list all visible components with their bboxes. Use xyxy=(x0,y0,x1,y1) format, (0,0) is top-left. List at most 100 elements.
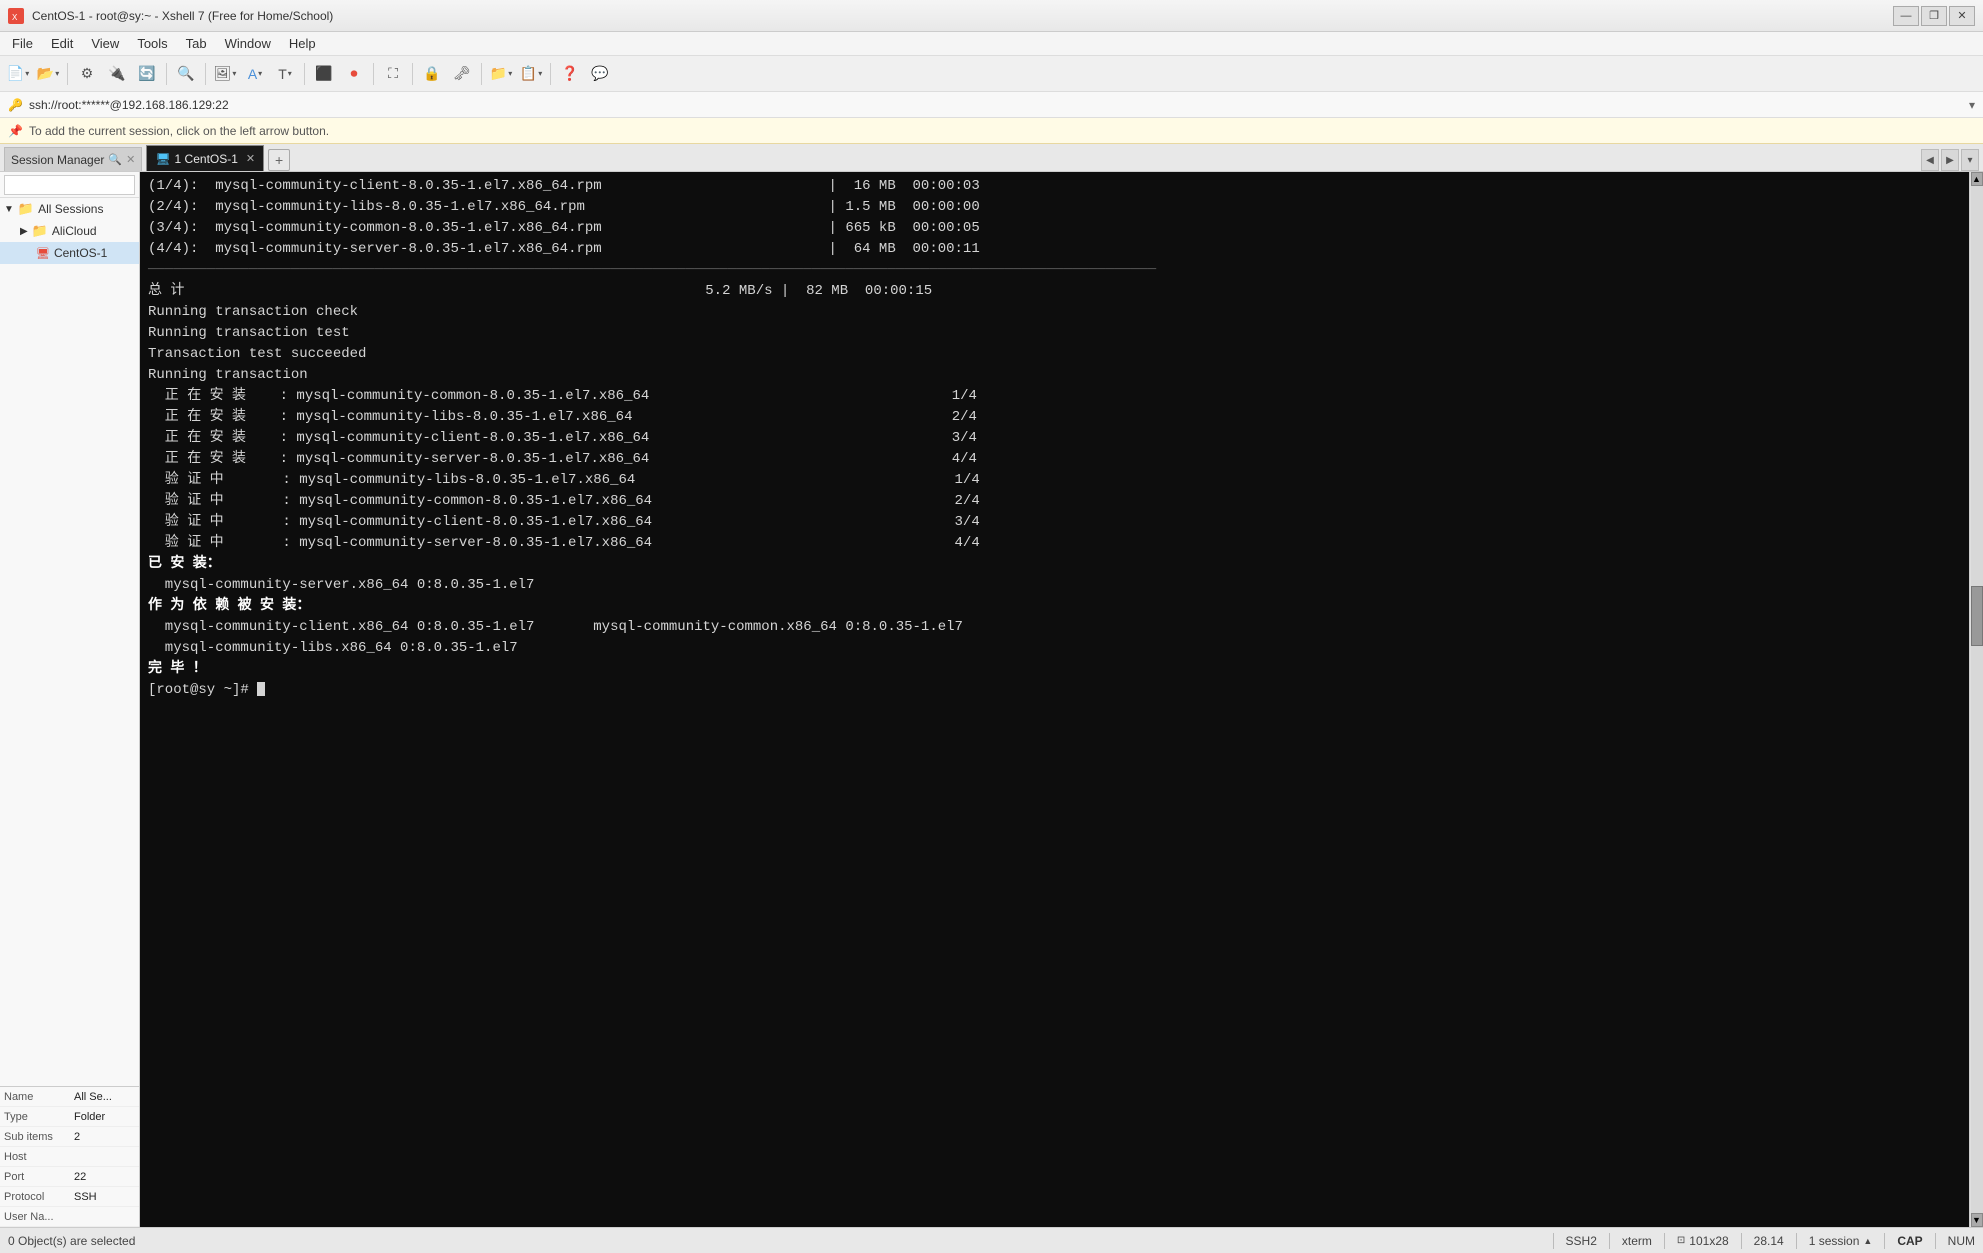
menu-help[interactable]: Help xyxy=(281,34,324,53)
prop-protocol: Protocol SSH xyxy=(0,1187,139,1207)
lock-button[interactable]: 🔒 xyxy=(418,60,446,88)
terminal[interactable]: (1/4): mysql-community-client-8.0.35-1.e… xyxy=(140,172,1969,1227)
hint-text: To add the current session, click on the… xyxy=(29,124,329,138)
menu-bar: File Edit View Tools Tab Window Help xyxy=(0,32,1983,56)
tab-icon: 🖥 xyxy=(155,152,170,166)
tab-prev-button[interactable]: ◀ xyxy=(1921,149,1939,171)
tab-bar: Session Manager 🔍 ✕ 🖥 1 CentOS-1 ✕ + ◀ ▶… xyxy=(0,144,1983,172)
status-bar: 0 Object(s) are selected SSH2 xterm ⊡ 10… xyxy=(0,1227,1983,1253)
tab-next-button[interactable]: ▶ xyxy=(1941,149,1959,171)
terminal-line: 总 计 5.2 MB/s | 82 MB 00:00:15 xyxy=(148,281,1961,302)
menu-tools[interactable]: Tools xyxy=(129,34,175,53)
new-session-button[interactable]: 📄▾ xyxy=(4,60,32,88)
color-button[interactable]: A▾ xyxy=(241,60,269,88)
fullscreen-button[interactable]: ⛶ xyxy=(379,60,407,88)
menu-file[interactable]: File xyxy=(4,34,41,53)
prop-val-name: All Se... xyxy=(70,1091,112,1103)
active-terminal-tab[interactable]: 🖥 1 CentOS-1 ✕ xyxy=(146,145,264,171)
record-button[interactable]: ⏺ xyxy=(340,60,368,88)
stop-button[interactable]: ⬛ xyxy=(310,60,338,88)
session-manager-tab[interactable]: Session Manager 🔍 ✕ xyxy=(4,147,142,171)
window-controls: — ❐ ✕ xyxy=(1893,6,1975,26)
prop-key-protocol: Protocol xyxy=(0,1191,70,1203)
prop-key-type: Type xyxy=(0,1111,70,1123)
prop-val-subitems: 2 xyxy=(70,1131,80,1143)
maximize-button[interactable]: ❐ xyxy=(1921,6,1947,26)
close-button[interactable]: ✕ xyxy=(1949,6,1975,26)
toolbar: 📄▾ 📂▾ ⚙ 🔌 🔄 🔍 🖼▾ A▾ T▾ ⬛ ⏺ ⛶ 🔒 🗝 📁▾ 📋▾ ❓… xyxy=(0,56,1983,92)
prop-name: Name All Se... xyxy=(0,1087,139,1107)
prop-key-subitems: Sub items xyxy=(0,1131,70,1143)
terminal-line: ────────────────────────────────────────… xyxy=(148,260,1961,281)
scroll-track[interactable] xyxy=(1971,186,1983,1213)
open-session-button[interactable]: 📂▾ xyxy=(34,60,62,88)
terminal-line: mysql-community-server.x86_64 0:8.0.35-1… xyxy=(148,575,1961,596)
toolbar-sep-7 xyxy=(481,63,482,85)
terminal-cursor xyxy=(257,682,265,696)
transfer-button[interactable]: 📁▾ xyxy=(487,60,515,88)
scroll-thumb[interactable] xyxy=(1971,586,1983,646)
terminal-line: mysql-community-client.x86_64 0:8.0.35-1… xyxy=(148,617,1961,638)
disconnect-button[interactable]: 🔌 xyxy=(103,60,131,88)
minimize-button[interactable]: — xyxy=(1893,6,1919,26)
tree-all-sessions[interactable]: ▼ 📁 All Sessions xyxy=(0,198,139,220)
left-panel: ▼ 📁 All Sessions ▶ 📁 AliCloud 🖥 CentOS-1… xyxy=(0,172,140,1227)
tab-list-button[interactable]: ▾ xyxy=(1961,149,1979,171)
prop-key-host: Host xyxy=(0,1151,70,1163)
properties-button[interactable]: ⚙ xyxy=(73,60,101,88)
prop-subitems: Sub items 2 xyxy=(0,1127,139,1147)
address-dropdown[interactable]: ▾ xyxy=(1969,98,1975,112)
session-manager-label: Session Manager xyxy=(11,153,104,167)
status-sessions: 1 session ▲ xyxy=(1809,1234,1873,1248)
menu-window[interactable]: Window xyxy=(217,34,279,53)
terminal-line: 正 在 安 装 : mysql-community-server-8.0.35-… xyxy=(148,449,1961,470)
menu-edit[interactable]: Edit xyxy=(43,34,81,53)
tree-label-ali: AliCloud xyxy=(52,224,97,238)
scroll-up[interactable]: ▲ xyxy=(1971,172,1983,186)
tree-label-all: All Sessions xyxy=(38,202,103,216)
address-icon: 🔑 xyxy=(8,98,23,112)
font-button[interactable]: T▾ xyxy=(271,60,299,88)
tree-alicloud[interactable]: ▶ 📁 AliCloud xyxy=(0,220,139,242)
new-tab-button[interactable]: + xyxy=(268,149,290,171)
scrollbar[interactable]: ▲ ▼ xyxy=(1969,172,1983,1227)
terminal-line: (3/4): mysql-community-common-8.0.35-1.e… xyxy=(148,218,1961,239)
tree-centos[interactable]: 🖥 CentOS-1 xyxy=(0,242,139,264)
terminal-line: mysql-community-libs.x86_64 0:8.0.35-1.e… xyxy=(148,638,1961,659)
log-button[interactable]: 📋▾ xyxy=(517,60,545,88)
address-bar: 🔑 ssh://root:******@192.168.186.129:22 ▾ xyxy=(0,92,1983,118)
chat-button[interactable]: 💬 xyxy=(586,60,614,88)
reconnect-button[interactable]: 🔄 xyxy=(133,60,161,88)
status-right: SSH2 xterm ⊡ 101x28 28.14 1 session ▲ CA… xyxy=(1553,1233,1975,1249)
session-manager-search-icon[interactable]: 🔍 xyxy=(108,153,122,166)
prop-key-name: Name xyxy=(0,1091,70,1103)
scroll-down[interactable]: ▼ xyxy=(1971,1213,1983,1227)
status-sep-7 xyxy=(1935,1233,1936,1249)
size-text: 101x28 xyxy=(1689,1234,1728,1248)
terminal-line: Running transaction test xyxy=(148,323,1961,344)
menu-view[interactable]: View xyxy=(83,34,127,53)
address-text: ssh://root:******@192.168.186.129:22 xyxy=(29,98,1963,112)
terminal-line: 验 证 中 : mysql-community-client-8.0.35-1.… xyxy=(148,512,1961,533)
find-button[interactable]: 🔍 xyxy=(172,60,200,88)
prop-port: Port 22 xyxy=(0,1167,139,1187)
key-button[interactable]: 🗝 xyxy=(448,60,476,88)
toolbar-sep-6 xyxy=(412,63,413,85)
tab-close-button[interactable]: ✕ xyxy=(246,152,255,165)
theme-button[interactable]: 🖼▾ xyxy=(211,60,239,88)
menu-tab[interactable]: Tab xyxy=(178,34,215,53)
properties-panel: Name All Se... Type Folder Sub items 2 H… xyxy=(0,1086,139,1227)
terminal-line: Running transaction check xyxy=(148,302,1961,323)
status-ssh: SSH2 xyxy=(1566,1234,1597,1248)
session-icon: 🖥 xyxy=(36,247,50,260)
help-button[interactable]: ❓ xyxy=(556,60,584,88)
terminal-line: (4/4): mysql-community-server-8.0.35-1.e… xyxy=(148,239,1961,260)
terminal-line: (1/4): mysql-community-client-8.0.35-1.e… xyxy=(148,176,1961,197)
sessions-up[interactable]: ▲ xyxy=(1863,1236,1872,1246)
window-title: CentOS-1 - root@sy:~ - Xshell 7 (Free fo… xyxy=(32,9,1885,23)
terminal-line: 验 证 中 : mysql-community-libs-8.0.35-1.el… xyxy=(148,470,1961,491)
session-manager-close[interactable]: ✕ xyxy=(126,153,135,166)
terminal-line: 正 在 安 装 : mysql-community-libs-8.0.35-1.… xyxy=(148,407,1961,428)
prop-username: User Na... xyxy=(0,1207,139,1227)
sidebar-search-input[interactable] xyxy=(4,175,135,195)
